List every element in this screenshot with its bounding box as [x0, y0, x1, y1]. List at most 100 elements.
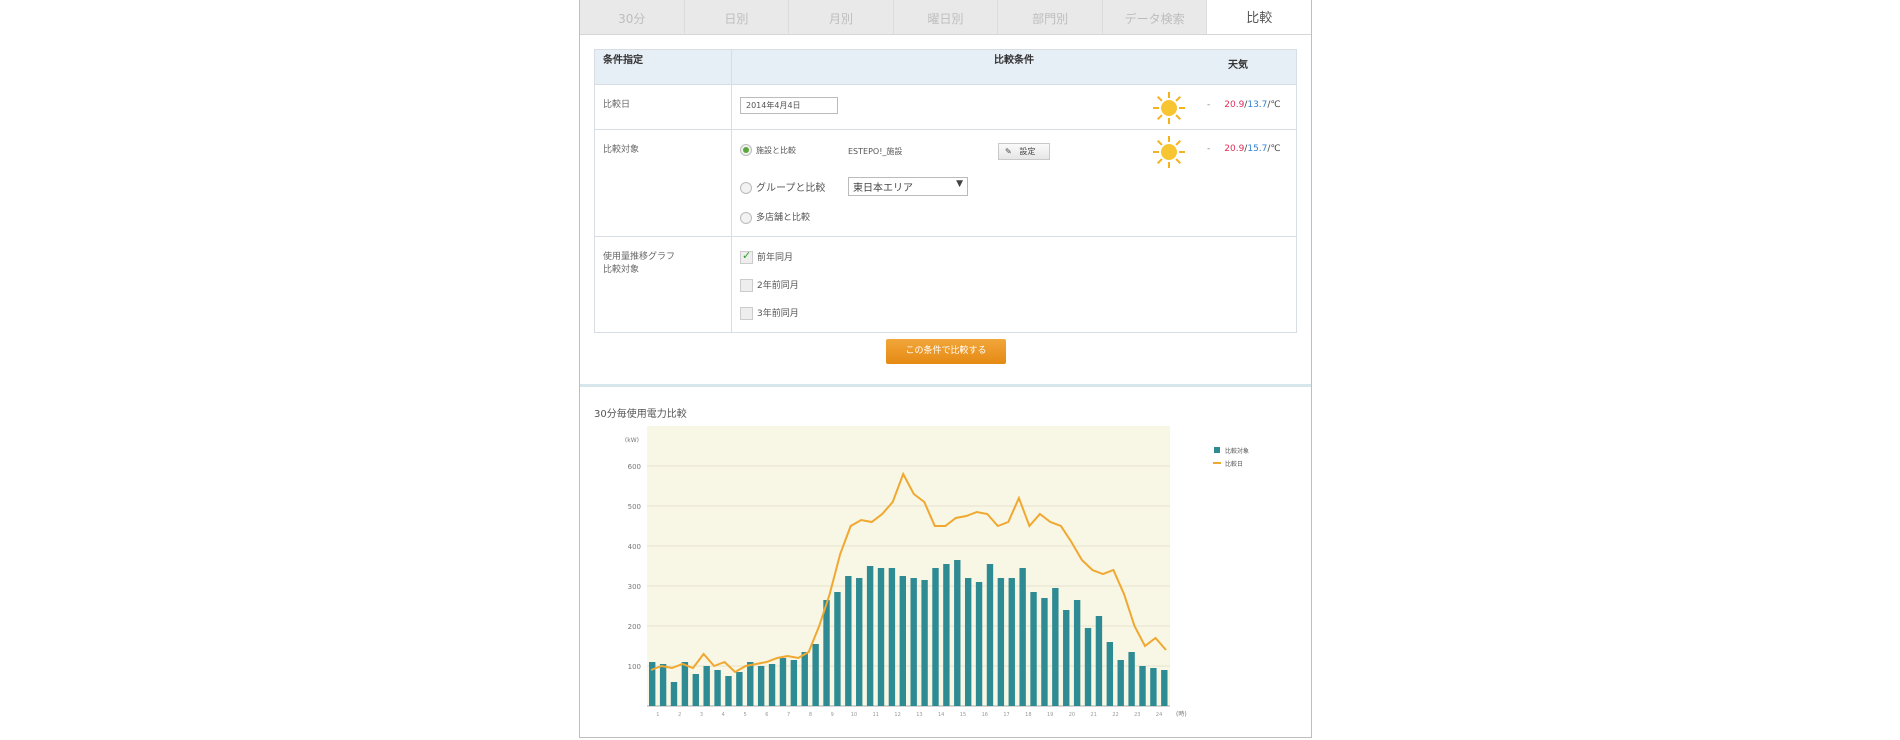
checkbox-prev-year[interactable] — [740, 249, 753, 264]
target-row-body: 施設と比較 ESTEPO!_施設 ✎ 設定 -20.9/15.7/℃ グループと… — [731, 129, 1297, 237]
x-tick-label: 23 — [1134, 712, 1140, 718]
temp-low: 13.7 — [1247, 100, 1268, 110]
bar — [1128, 652, 1135, 706]
bar — [747, 662, 754, 706]
group-select[interactable]: 東日本エリア ▼ — [848, 177, 968, 196]
graph-row-body: 前年同月 2年前同月 3年前同月 — [731, 236, 1297, 333]
legend-bar-swatch — [1214, 447, 1220, 453]
radio-group[interactable] — [740, 182, 752, 194]
y-tick-label: 300 — [628, 583, 641, 591]
check-2years[interactable]: 2年前同月 — [740, 278, 799, 292]
section-divider — [580, 384, 1311, 387]
bar — [1019, 568, 1026, 706]
pencil-icon: ✎ — [1005, 147, 1012, 156]
sun-icon — [1153, 92, 1185, 124]
bar — [1063, 610, 1070, 706]
bar — [877, 568, 885, 706]
tab-bar: 30分 日別 月別 曜日別 部門別 データ検索 比較 — [580, 0, 1312, 35]
comparison-panel: 30分 日別 月別 曜日別 部門別 データ検索 比較 条件指定 比較条件 比較日… — [579, 0, 1312, 738]
tab-weekday[interactable]: 曜日別 — [894, 0, 999, 34]
compare-date-temperature: -20.9/13.7/℃ — [1207, 100, 1281, 110]
bar — [932, 568, 939, 706]
bar — [725, 676, 732, 706]
compare-date-input[interactable]: 2014年4月4日 — [740, 97, 838, 114]
tab-data-search[interactable]: データ検索 — [1103, 0, 1208, 34]
bar — [964, 578, 972, 706]
option-group[interactable]: グループと比較 — [740, 179, 825, 194]
bar — [790, 660, 798, 706]
tab-daily[interactable]: 日別 — [685, 0, 790, 34]
bar — [954, 560, 961, 706]
x-tick-label: 18 — [1025, 712, 1031, 718]
bar — [1008, 578, 1015, 706]
label-graph-target: 使用量推移グラフ 比較対象 — [594, 236, 732, 333]
tab-department[interactable]: 部門別 — [998, 0, 1103, 34]
checkbox-3years[interactable] — [740, 307, 753, 320]
bar — [692, 674, 699, 706]
tab-monthly[interactable]: 月別 — [789, 0, 894, 34]
bar — [888, 568, 896, 706]
x-tick-label: 17 — [1003, 712, 1009, 718]
bar — [975, 582, 983, 706]
bar — [801, 652, 808, 706]
set-site-button[interactable]: ✎ 設定 — [998, 143, 1050, 160]
target-temperature: -20.9/15.7/℃ — [1207, 144, 1281, 154]
bar — [670, 682, 678, 706]
option-site[interactable]: 施設と比較 — [740, 144, 796, 156]
x-tick-label: 6 — [765, 712, 768, 718]
radio-site[interactable] — [740, 144, 752, 156]
y-tick-label: 200 — [628, 623, 641, 631]
radio-multi[interactable] — [740, 211, 752, 224]
x-tick-label: 22 — [1112, 712, 1118, 718]
x-tick-label: 3 — [700, 712, 703, 718]
checkbox-2years[interactable] — [740, 279, 753, 292]
x-tick-label: 1 — [656, 712, 659, 718]
bar — [757, 666, 765, 706]
bar — [1095, 616, 1103, 706]
temp-high: 20.9 — [1224, 100, 1245, 110]
bar — [1106, 642, 1114, 706]
x-tick-label: 15 — [960, 712, 966, 718]
x-axis-unit: (時) — [1176, 710, 1187, 718]
condition-table: 条件指定 比較条件 比較日 2014年4月4日 -20.9/13.7/℃ 比較対… — [594, 49, 1297, 333]
option-multi[interactable]: 多店舗と比較 — [740, 210, 810, 224]
sun-icon — [1153, 136, 1185, 168]
dropdown-arrow-icon: ▼ — [956, 179, 963, 189]
bar — [1084, 628, 1092, 706]
site-name: ESTEPO!_施設 — [848, 147, 903, 156]
bar — [1052, 588, 1059, 706]
x-tick-label: 14 — [938, 712, 944, 718]
temp-high: 20.9 — [1224, 144, 1245, 154]
check-prev-year[interactable]: 前年同月 — [740, 249, 793, 264]
power-comparison-chart: 100200300400500600(kW)1 2 3 4 5 6 7 8 9 10 11 12 13 1… — [625, 426, 1249, 718]
bar — [1117, 660, 1124, 706]
tab-comparison[interactable]: 比較 — [1207, 0, 1312, 34]
bar — [1161, 670, 1168, 706]
check-3years[interactable]: 3年前同月 — [740, 306, 799, 320]
label-compare-date: 比較日 — [594, 84, 732, 130]
compare-button[interactable]: この条件で比較する — [886, 339, 1006, 364]
x-tick-label: 21 — [1091, 712, 1097, 718]
bar — [997, 578, 1005, 706]
y-tick-label: 500 — [628, 503, 641, 511]
x-tick-label: 10 — [851, 712, 857, 718]
bar — [1150, 668, 1157, 706]
bar — [1139, 666, 1146, 706]
legend-label: 比較日 — [1225, 460, 1243, 468]
date-row-body: 2014年4月4日 -20.9/13.7/℃ — [731, 84, 1297, 130]
bar — [921, 580, 928, 706]
bar — [714, 670, 721, 706]
x-tick-label: 13 — [916, 712, 922, 718]
tab-30min[interactable]: 30分 — [580, 0, 685, 34]
bar — [659, 664, 667, 706]
x-tick-label: 19 — [1047, 712, 1053, 718]
bar — [1073, 600, 1081, 706]
x-tick-label: 11 — [873, 712, 879, 718]
header-condition: 条件指定 — [594, 49, 732, 85]
x-tick-label: 24 — [1156, 712, 1162, 718]
x-tick-label: 2 — [678, 712, 681, 718]
bar — [736, 672, 743, 706]
bar — [943, 564, 950, 706]
bar — [910, 578, 917, 706]
bar — [899, 576, 906, 706]
